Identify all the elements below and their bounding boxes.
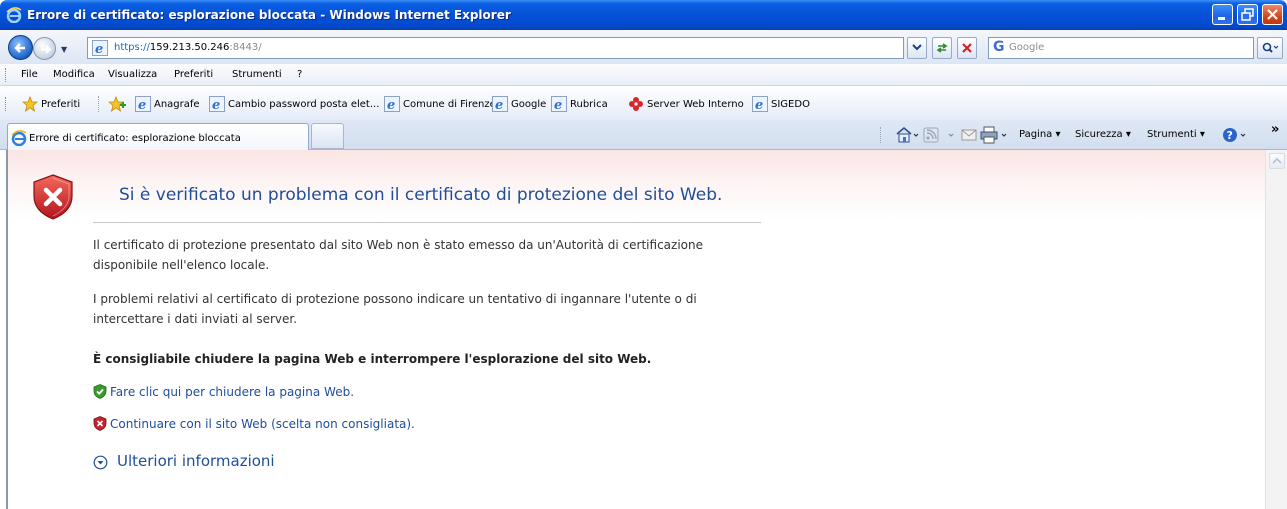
stop-icon	[962, 43, 972, 53]
svg-text:e: e	[554, 98, 562, 112]
back-button[interactable]	[8, 35, 33, 60]
chevron-up-icon	[1272, 157, 1282, 164]
certificate-error-page: Si è verificato un problema con il certi…	[6, 150, 1265, 509]
page-menu[interactable]: Pagina ▾	[1019, 129, 1061, 140]
star-icon	[22, 96, 38, 112]
new-tab-button[interactable]	[311, 123, 344, 149]
minimize-icon	[1218, 17, 1225, 20]
ie-logo-icon	[6, 7, 22, 23]
tab-bar: Errore di certificato: esplorazione bloc…	[0, 120, 1287, 150]
minimize-button[interactable]	[1212, 4, 1233, 25]
rss-feed-icon[interactable]	[923, 126, 955, 144]
read-mail-icon[interactable]	[961, 126, 979, 144]
refresh-icon	[936, 43, 948, 53]
paragraph-risk-warning: I problemi relativi al certificato di pr…	[93, 292, 697, 326]
search-placeholder: Google	[1009, 42, 1045, 53]
google-logo-icon: G	[993, 39, 1005, 55]
expand-circle-icon	[93, 455, 108, 470]
red-flower-icon	[629, 97, 643, 111]
menu-modifica[interactable]: Modifica	[53, 69, 95, 80]
stop-button[interactable]	[957, 37, 977, 59]
ie-page-icon: e	[752, 96, 768, 112]
tools-menu[interactable]: Strumenti ▾	[1147, 129, 1205, 140]
help-icon[interactable]: ?	[1222, 126, 1252, 144]
svg-text:e: e	[212, 98, 220, 112]
ie-page-icon: e	[492, 96, 508, 112]
svg-text:e: e	[387, 98, 395, 112]
close-window-button[interactable]	[1262, 4, 1283, 25]
search-icon	[1262, 42, 1279, 53]
scroll-up-button[interactable]	[1269, 153, 1285, 169]
more-information-label: Ulteriori informazioni	[117, 452, 275, 470]
ie-page-icon: e	[135, 96, 151, 112]
toolbar-grip[interactable]	[5, 97, 7, 111]
vertical-scrollbar[interactable]	[1265, 150, 1287, 509]
menu-bar: File Modifica Visualizza Preferiti Strum…	[0, 64, 1287, 86]
toolbar-separator	[98, 96, 99, 112]
close-icon	[1267, 9, 1278, 20]
tab-label: Errore di certificato: esplorazione bloc…	[29, 133, 241, 144]
ie-page-icon: e	[551, 96, 567, 112]
toolbar-grip[interactable]	[5, 68, 7, 82]
green-shield-check-icon	[93, 384, 107, 399]
svg-text:e: e	[495, 98, 503, 112]
chevron-down-icon	[912, 44, 922, 51]
menu-visualizza[interactable]: Visualizza	[108, 69, 157, 80]
continue-to-site-link[interactable]: Continuare con il sito Web (scelta non c…	[110, 417, 415, 431]
svg-text:e: e	[95, 42, 103, 56]
url-text[interactable]: https://159.213.50.246:8443/	[114, 42, 262, 53]
menu-strumenti[interactable]: Strumenti	[232, 69, 282, 80]
address-dropdown-button[interactable]	[907, 37, 927, 59]
red-shield-x-icon	[93, 416, 107, 431]
svg-text:e: e	[755, 98, 763, 112]
forward-arrow-icon	[41, 45, 52, 54]
page-ie-icon: e	[92, 40, 108, 56]
add-favorite-icon[interactable]	[108, 96, 126, 112]
recommendation-text: È consigliabile chiudere la pagina Web e…	[93, 352, 652, 366]
refresh-button[interactable]	[932, 37, 952, 59]
page-title: Si è verificato un problema con il certi…	[119, 185, 723, 205]
menu-file[interactable]: File	[21, 69, 38, 80]
back-arrow-icon	[14, 43, 25, 53]
safety-menu[interactable]: Sicurezza ▾	[1075, 129, 1131, 140]
favorites-bar: Preferiti e Anagrafe e Cambio password p…	[0, 87, 1287, 120]
tab-certificate-error[interactable]: Errore di certificato: esplorazione bloc…	[7, 123, 309, 150]
maximize-button[interactable]	[1237, 4, 1258, 25]
address-bar[interactable]: e https://159.213.50.246:8443/	[87, 37, 904, 59]
title-bar: Errore di certificato: esplorazione bloc…	[0, 0, 1287, 30]
toolbar-separator	[880, 127, 881, 143]
error-shield-icon	[33, 174, 73, 220]
search-button[interactable]	[1257, 37, 1283, 59]
ie-page-icon: e	[384, 96, 400, 112]
svg-text:?: ?	[1227, 129, 1233, 142]
menu-help[interactable]: ?	[297, 69, 302, 80]
title-divider	[93, 222, 761, 223]
recent-pages-dropdown[interactable]: ▼	[61, 45, 67, 54]
address-toolbar: ▼ e https://159.213.50.246:8443/ G Googl…	[0, 30, 1287, 64]
search-input[interactable]: G Google	[988, 37, 1254, 59]
home-icon[interactable]	[895, 126, 919, 144]
restore-icon	[1241, 8, 1254, 21]
ie-page-icon: e	[209, 96, 225, 112]
window-title: Errore di certificato: esplorazione bloc…	[27, 8, 511, 22]
print-icon[interactable]	[980, 126, 1010, 144]
close-page-link[interactable]: Fare clic qui per chiudere la pagina Web…	[110, 385, 354, 399]
forward-button[interactable]	[33, 37, 56, 60]
menu-preferiti[interactable]: Preferiti	[174, 69, 213, 80]
ie-logo-icon	[11, 130, 27, 146]
paragraph-ca-not-trusted: Il certificato di protezione presentato …	[93, 238, 703, 272]
toolbar-overflow-chevron[interactable]: »	[1271, 122, 1279, 137]
svg-text:e: e	[138, 98, 146, 112]
